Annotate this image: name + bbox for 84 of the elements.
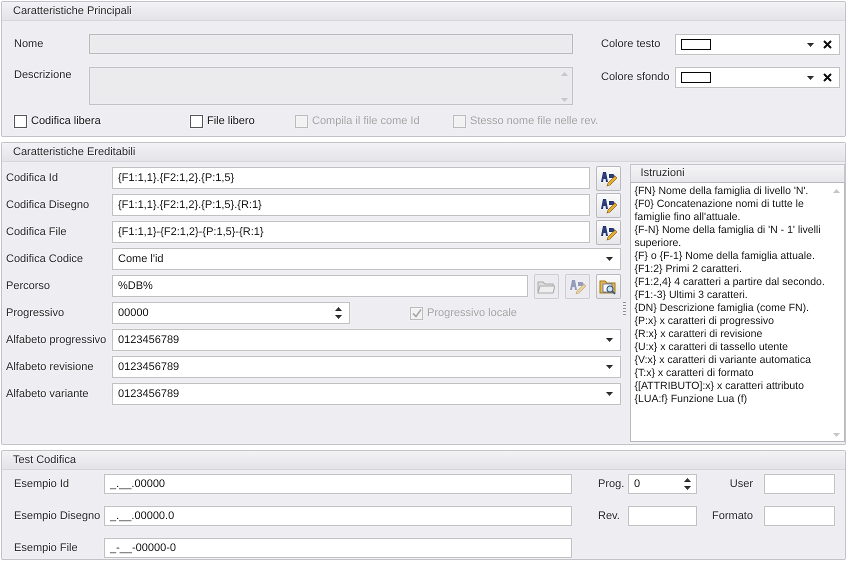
field-label: Codifica Codice bbox=[6, 253, 84, 265]
dropdown[interactable]: 0123456789 bbox=[112, 383, 621, 405]
field-label: User bbox=[728, 478, 754, 490]
group-title: Caratteristiche Ereditabili bbox=[2, 143, 845, 162]
caret-icon[interactable] bbox=[807, 42, 814, 46]
text-field[interactable] bbox=[764, 506, 835, 526]
dropdown[interactable]: 0123456789 bbox=[112, 329, 621, 351]
field-label: Percorso bbox=[6, 280, 52, 292]
group-title: Test Codifica bbox=[2, 451, 845, 470]
folder-search-button[interactable] bbox=[596, 274, 621, 298]
instruction-text: {DN} Descrizione famiglia (come FN). bbox=[634, 302, 810, 315]
field-label: Esempio Disegno bbox=[14, 510, 102, 522]
color-dropdown[interactable] bbox=[675, 34, 840, 55]
field-label: Alfabeto variante bbox=[6, 388, 90, 400]
color-swatch bbox=[681, 72, 711, 83]
instruction-text: {V:x} x caratteri di variante automatica bbox=[634, 354, 812, 367]
dropdown[interactable]: 0123456789 bbox=[112, 356, 621, 378]
caret-icon[interactable] bbox=[606, 257, 613, 261]
close-icon[interactable] bbox=[823, 40, 832, 49]
group-title: Caratteristiche Principali bbox=[2, 2, 845, 21]
instruction-text: {[ATTRIBUTO]:x} x caratteri attributo bbox=[634, 380, 805, 393]
instruction-text: {F-N} Nome della famiglia di 'N - 1' livelli superiore. bbox=[634, 224, 822, 250]
edit-button[interactable] bbox=[596, 192, 621, 218]
color-dropdown[interactable] bbox=[675, 67, 840, 88]
field-label: Descrizione bbox=[14, 68, 72, 81]
splitter-grip-icon[interactable] bbox=[623, 302, 626, 316]
text-field[interactable]: _.__.00000 bbox=[104, 474, 572, 494]
scrollbar-arrows-icon bbox=[833, 189, 840, 437]
instruction-text: {F1:2,4} 4 caratteri a partire dal secondo. bbox=[634, 276, 826, 289]
caret-icon[interactable] bbox=[606, 365, 613, 369]
field-label: Prog. bbox=[598, 478, 626, 490]
field-label: Formato bbox=[711, 510, 754, 522]
close-icon[interactable] bbox=[823, 73, 832, 82]
pencil-icon bbox=[599, 169, 618, 187]
color-swatch bbox=[681, 39, 711, 50]
caret-icon[interactable] bbox=[807, 76, 814, 80]
checkbox[interactable]: Codifica libera bbox=[14, 114, 190, 128]
caret-icon[interactable] bbox=[606, 392, 613, 396]
text-field[interactable]: _.__.00000.0 bbox=[104, 506, 572, 526]
text-field[interactable] bbox=[764, 474, 835, 494]
field-label: Progressivo bbox=[6, 307, 66, 319]
edit-button[interactable] bbox=[596, 166, 621, 190]
instruction-text: {FN} Nome della famiglia di livello 'N'. bbox=[634, 185, 810, 198]
text-field[interactable]: _-__-00000-0 bbox=[104, 538, 572, 558]
text-field[interactable]: {F1:1,1}.{F2:1,2}.{P:1,5} bbox=[112, 167, 590, 189]
pencil-icon bbox=[599, 196, 618, 214]
folder-search-icon bbox=[599, 278, 618, 294]
spin-arrows-icon[interactable] bbox=[684, 478, 691, 490]
checkbox[interactable]: File libero bbox=[190, 114, 295, 128]
text-field[interactable]: {F1:1,1}.{F2:1,2}.{P:1,5}.{R:1} bbox=[112, 194, 590, 216]
field-label: Alfabeto revisione bbox=[6, 361, 94, 373]
edit-button[interactable] bbox=[596, 220, 621, 244]
instruction-text: {F1:-3} Ultimi 3 caratteri. bbox=[634, 289, 749, 302]
text-field[interactable] bbox=[628, 506, 697, 526]
field-label: Nome bbox=[14, 38, 44, 50]
spin-field[interactable]: 0 bbox=[628, 474, 697, 494]
instruction-text: {T:x} x caratteri di formato bbox=[634, 367, 755, 380]
text-field[interactable]: {F1:1,1}-{F2:1,2}-{P:1,5}-{R:1} bbox=[112, 221, 590, 243]
instruction-text: {LUA:f} Funzione Lua (f) bbox=[634, 393, 748, 406]
field-label: Rev. bbox=[598, 510, 621, 522]
instruction-text: {P:x} x caratteri di progressivo bbox=[634, 315, 775, 328]
instruction-text: {F} o {F-1} Nome della famiglia attuale. bbox=[634, 250, 816, 263]
instruction-text: {F0} Concatenazione nomi di tutte le famiglie fino all'attuale. bbox=[634, 198, 805, 224]
panel-title: Istruzioni bbox=[630, 164, 845, 182]
field-label: Colore testo bbox=[601, 37, 662, 50]
pencil-icon bbox=[599, 223, 618, 241]
spin-arrows-icon[interactable] bbox=[335, 307, 342, 319]
field-label: Codifica File bbox=[6, 226, 68, 238]
scrollbar-arrows-icon bbox=[561, 72, 568, 102]
spin-field[interactable]: 00000 bbox=[112, 302, 350, 324]
caret-icon[interactable] bbox=[606, 338, 613, 342]
field-label: Codifica Disegno bbox=[6, 199, 90, 211]
field-label: Esempio File bbox=[14, 542, 79, 554]
field-label: Esempio Id bbox=[14, 478, 70, 490]
instruction-text: {U:x} x caratteri di tassello utente bbox=[634, 341, 790, 354]
check-icon bbox=[412, 308, 422, 318]
instruction-text: {R:x} x caratteri di revisione bbox=[634, 328, 764, 341]
pencil-icon bbox=[568, 277, 586, 295]
field-label: Colore sfondo bbox=[601, 70, 670, 83]
field-label: Codifica Id bbox=[6, 172, 59, 184]
instruction-text: {F1:2} Primi 2 caratteri. bbox=[634, 263, 743, 276]
field-label: Alfabeto progressivo bbox=[6, 334, 108, 346]
dropdown[interactable]: Come l'id bbox=[112, 248, 621, 270]
path-field[interactable]: %DB% bbox=[112, 275, 528, 297]
